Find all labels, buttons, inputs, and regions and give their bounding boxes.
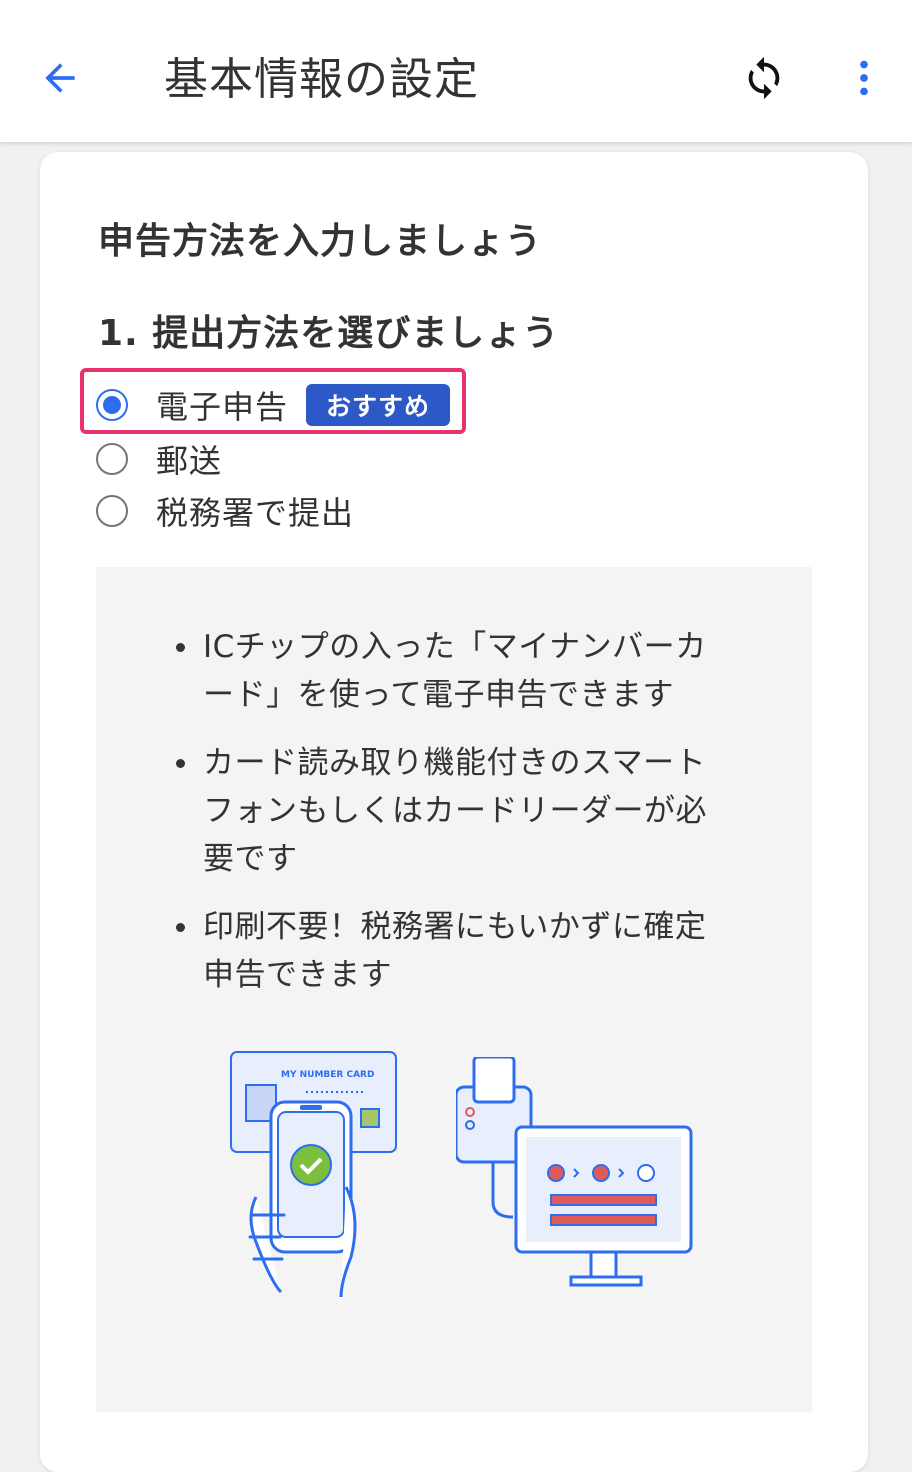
more-vertical-icon: [860, 60, 868, 96]
arrow-left-icon: [45, 63, 75, 93]
card-reader-illustration: [456, 1057, 693, 1287]
info-bullet: 印刷不要！税務署にもいかずに確定申告できます: [176, 903, 736, 999]
info-bullet: カード読み取り機能付きのスマートフォンもしくはカードリーダーが必要です: [176, 739, 736, 883]
bullet-text: 印刷不要！税務署にもいかずに確定申告できます: [203, 909, 707, 993]
bullet-dot: [176, 643, 185, 652]
radio-button-checked[interactable]: [96, 389, 128, 421]
recommended-badge: おすすめ: [306, 384, 451, 426]
filing-method-card: 申告方法を入力しましょう 1. 提出方法を選びましょう 電子申告 おすすめ 郵送…: [40, 152, 868, 1472]
bullet-dot: [176, 923, 185, 932]
page-title: 基本情報の設定: [164, 54, 479, 105]
info-bullet: ICチップの入った「マイナンバーカード」を使って電子申告できます: [176, 623, 736, 719]
option-label: 税務署で提出: [156, 494, 355, 532]
card-text: MY NUMBER CARD: [281, 1070, 374, 1080]
option-mail[interactable]: 郵送: [96, 436, 222, 482]
app-bar: 基本情報の設定: [0, 0, 912, 142]
more-options-button[interactable]: [834, 48, 894, 108]
step-heading: 1. 提出方法を選びましょう: [98, 313, 560, 354]
bullet-text: ICチップの入った「マイナンバーカード」を使って電子申告できます: [203, 629, 707, 713]
option-tax-office[interactable]: 税務署で提出: [96, 488, 354, 534]
sync-icon: [748, 56, 780, 100]
bullet-dot: [176, 759, 185, 768]
card-heading: 申告方法を入力しましょう: [98, 221, 543, 262]
option-label: 郵送: [156, 442, 223, 480]
bullet-text: カード読み取り機能付きのスマートフォンもしくはカードリーダーが必要です: [203, 745, 707, 877]
radio-button[interactable]: [96, 443, 128, 475]
radio-button[interactable]: [96, 495, 128, 527]
phone-card-illustration: MY NUMBER CARD: [230, 1051, 397, 1297]
option-electronic[interactable]: 電子申告 おすすめ: [96, 382, 451, 428]
option-label: 電子申告: [156, 388, 289, 426]
back-button[interactable]: [30, 48, 90, 108]
info-panel: ICチップの入った「マイナンバーカード」を使って電子申告できます カード読み取り…: [96, 567, 812, 1412]
sync-button[interactable]: [734, 48, 794, 108]
